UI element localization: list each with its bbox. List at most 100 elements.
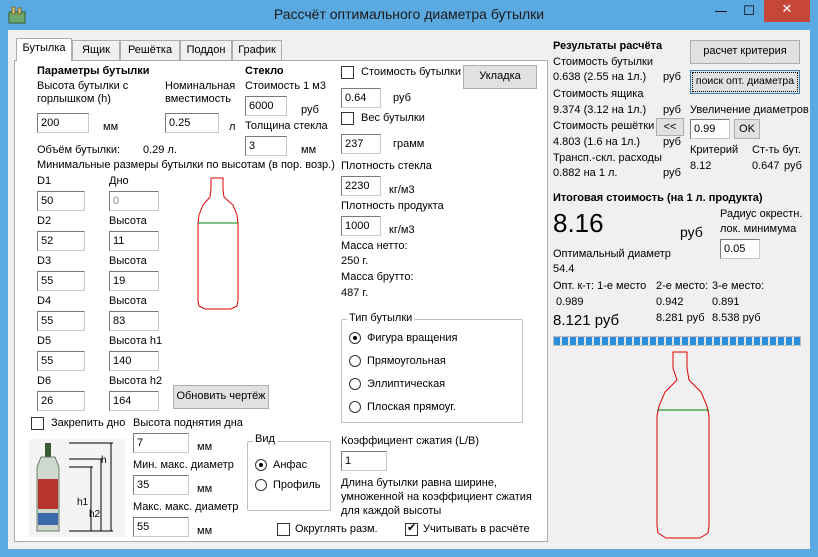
- prev-button[interactable]: <<: [656, 118, 684, 136]
- bottle-params-heading: Параметры бутылки: [37, 65, 150, 77]
- height-label: Высота бутылки с: [37, 80, 129, 92]
- title-bar[interactable]: Рассчёт оптимального диаметра бутылки — …: [0, 0, 818, 30]
- glass-density-unit: кг/м3: [389, 184, 415, 196]
- height-label-2: горлышком (h): [37, 93, 111, 105]
- compression-input[interactable]: 1: [341, 451, 387, 471]
- height-h1-input[interactable]: 140: [109, 351, 159, 371]
- height-4-label: Высота: [109, 295, 147, 307]
- max-max-diameter-input[interactable]: 55: [133, 517, 189, 537]
- update-drawing-button[interactable]: Обновить чертёж: [173, 385, 269, 409]
- criterion-value: 8.12: [690, 160, 712, 172]
- d1-input[interactable]: 50: [37, 191, 85, 211]
- place-2-value: 0.942: [656, 296, 684, 308]
- place-2-label: 2-е место:: [656, 280, 709, 292]
- view-caption: Вид: [253, 433, 277, 445]
- view-profile-label: Профиль: [273, 479, 321, 491]
- cost-bottle-unit: руб: [784, 160, 802, 172]
- minimize-button[interactable]: —: [708, 2, 734, 22]
- tab-bottle[interactable]: Бутылка: [16, 38, 72, 61]
- cost-bottle-label: Ст-ть бут.: [752, 144, 801, 156]
- opt-diameter-value: 54.4: [553, 263, 575, 275]
- increase-diameters-input[interactable]: 0.99: [690, 119, 730, 139]
- type-flat-label: Плоская прямоуг.: [367, 401, 456, 413]
- bottle-weight-checkbox[interactable]: [341, 112, 354, 125]
- place-3-label: 3-е место:: [712, 280, 765, 292]
- increase-diameters-label: Увеличение диаметров: [690, 104, 809, 116]
- height-input[interactable]: 200: [37, 113, 89, 133]
- photo-label-h2: h2: [89, 509, 101, 520]
- height-h1-label: Высота h1: [109, 335, 163, 347]
- place-3-value: 0.891: [712, 296, 740, 308]
- type-rectangular-radio[interactable]: [349, 355, 361, 367]
- d4-input[interactable]: 55: [37, 311, 85, 331]
- lift-input[interactable]: 7: [133, 433, 189, 453]
- glass-cost-unit: руб: [301, 104, 319, 116]
- close-button[interactable]: ✕: [764, 0, 810, 22]
- glass-thickness-input[interactable]: 3: [245, 136, 287, 156]
- packing-button[interactable]: Укладка: [463, 65, 537, 89]
- res-grid-cost-unit: руб: [663, 136, 681, 148]
- view-front-radio[interactable]: [255, 459, 267, 471]
- d5-input[interactable]: 55: [37, 351, 85, 371]
- d1-label: D1: [37, 175, 52, 187]
- maximize-button[interactable]: ☐: [736, 2, 762, 22]
- d6-input[interactable]: 26: [37, 391, 85, 411]
- bottle-cost-unit: руб: [393, 92, 411, 104]
- total-value: 8.16: [553, 208, 604, 238]
- ok-button[interactable]: OK: [734, 119, 760, 139]
- volume-value: 0.29 л.: [143, 144, 177, 156]
- height-2-label: Высота: [109, 215, 147, 227]
- height-2-input[interactable]: 11: [109, 231, 159, 251]
- d4-label: D4: [37, 295, 52, 307]
- round-sizes-checkbox[interactable]: [277, 523, 290, 536]
- nominal-capacity-input[interactable]: 0.25: [165, 113, 219, 133]
- height-3-input[interactable]: 19: [109, 271, 159, 291]
- bottom-height-label: Дно: [109, 175, 129, 187]
- bottom-height-input[interactable]: 0: [109, 191, 159, 211]
- d3-input[interactable]: 55: [37, 271, 85, 291]
- view-profile-radio[interactable]: [255, 479, 267, 491]
- use-in-calc-label: Учитывать в расчёте: [423, 523, 530, 535]
- min-max-diameter-input[interactable]: 35: [133, 475, 189, 495]
- bottle-type-caption: Тип бутылки: [347, 312, 415, 324]
- height-unit: мм: [103, 121, 119, 133]
- fix-bottom-checkbox[interactable]: [31, 417, 44, 430]
- bottle-cost-input[interactable]: 0.64: [341, 88, 381, 108]
- criterion-button[interactable]: расчет критерия: [690, 40, 800, 64]
- type-elliptic-radio[interactable]: [349, 378, 361, 390]
- glass-cost-input[interactable]: 6000: [245, 96, 287, 116]
- compression-label: Коэффициент сжатия (L/B): [341, 435, 480, 447]
- type-flat-radio[interactable]: [349, 401, 361, 413]
- glass-thickness-label: Толщина стекла: [245, 120, 328, 132]
- bottle-weight-input[interactable]: 237: [341, 134, 381, 154]
- product-density-label: Плотность продукта: [341, 200, 444, 212]
- mass-net-label: Масса нетто:: [341, 240, 408, 252]
- place-2-cost: 8.281 руб: [656, 312, 705, 324]
- mass-gross-value: 487 г.: [341, 287, 369, 299]
- opt-diameter-label: Оптимальный диаметр: [553, 248, 671, 260]
- glass-density-label: Плотность стекла: [341, 160, 432, 172]
- bottle-cost-checkbox[interactable]: [341, 66, 354, 79]
- product-density-input[interactable]: 1000: [341, 216, 381, 236]
- mass-gross-label: Масса брутто:: [341, 271, 414, 283]
- tab-panel-bottle: Параметры бутылки Высота бутылки с горлы…: [14, 60, 548, 542]
- height-4-input[interactable]: 83: [109, 311, 159, 331]
- tab-box[interactable]: Ящик: [72, 40, 120, 60]
- d5-label: D5: [37, 335, 52, 347]
- photo-label-h: h: [101, 455, 107, 466]
- place-1-cost: 8.121 руб: [553, 312, 620, 329]
- tab-chart[interactable]: График: [232, 40, 282, 60]
- height-h2-input[interactable]: 164: [109, 391, 159, 411]
- tab-pallet[interactable]: Поддон: [180, 40, 232, 60]
- use-in-calc-checkbox[interactable]: [405, 521, 418, 536]
- glass-density-input[interactable]: 2230: [341, 176, 381, 196]
- radius-input[interactable]: 0.05: [720, 239, 760, 259]
- search-optimal-diameter-button[interactable]: поиск опт. диаметра: [690, 70, 800, 94]
- res-grid-cost-value: 4.803 (1.6 на 1л.): [553, 136, 641, 148]
- d2-input[interactable]: 52: [37, 231, 85, 251]
- type-rotation-radio[interactable]: [349, 332, 361, 344]
- tab-grid[interactable]: Решётка: [120, 40, 180, 60]
- view-group: [247, 441, 331, 511]
- fix-bottom-label: Закрепить дно: [51, 417, 126, 429]
- compression-note-2: умноженной на коэффициент сжатия: [341, 491, 532, 503]
